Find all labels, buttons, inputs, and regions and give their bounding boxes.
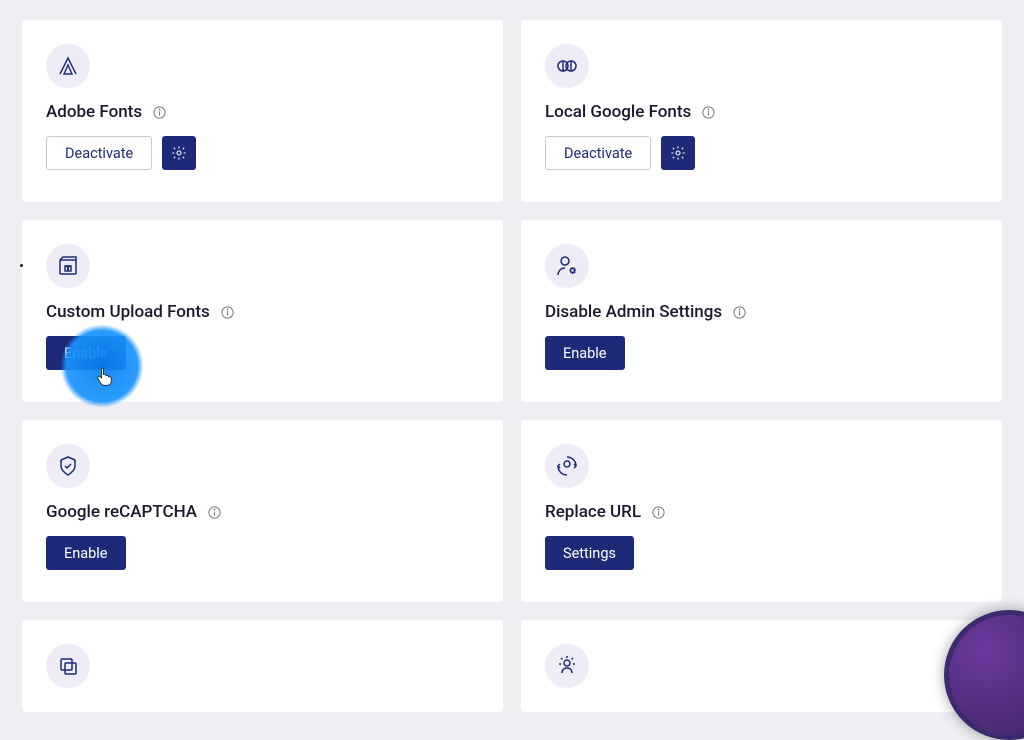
custom-upload-fonts-icon: T bbox=[46, 244, 90, 288]
settings-gear-button[interactable] bbox=[661, 136, 695, 170]
card-title: Replace URL bbox=[545, 502, 641, 522]
card-actions: Enable bbox=[46, 336, 479, 370]
card-google-recaptcha: Google reCAPTCHA Enable bbox=[22, 420, 503, 602]
adobe-fonts-icon bbox=[46, 44, 90, 88]
card-custom-upload-fonts: T Custom Upload Fonts Enable bbox=[22, 220, 503, 402]
card-title-row: Disable Admin Settings bbox=[545, 302, 978, 322]
deactivate-button[interactable]: Deactivate bbox=[545, 136, 651, 170]
replace-url-icon bbox=[545, 444, 589, 488]
enable-button[interactable]: Enable bbox=[46, 336, 126, 370]
card-disable-admin-settings: Disable Admin Settings Enable bbox=[521, 220, 1002, 402]
card-replace-url: Replace URL Settings bbox=[521, 420, 1002, 602]
settings-gear-button[interactable] bbox=[162, 136, 196, 170]
info-icon[interactable] bbox=[732, 305, 747, 320]
role-icon bbox=[545, 644, 589, 688]
info-icon[interactable] bbox=[701, 105, 716, 120]
card-title-row: Local Google Fonts bbox=[545, 102, 978, 122]
google-recaptcha-icon bbox=[46, 444, 90, 488]
card-title-row: Replace URL bbox=[545, 502, 978, 522]
card-title-row: Custom Upload Fonts bbox=[46, 302, 479, 322]
card-title: Custom Upload Fonts bbox=[46, 302, 210, 322]
info-icon[interactable] bbox=[152, 105, 167, 120]
card-title-row: Adobe Fonts bbox=[46, 102, 479, 122]
card-actions: Enable bbox=[46, 536, 479, 570]
disable-admin-settings-icon bbox=[545, 244, 589, 288]
deactivate-button[interactable]: Deactivate bbox=[46, 136, 152, 170]
card-title: Google reCAPTCHA bbox=[46, 502, 197, 522]
card-title: Local Google Fonts bbox=[545, 102, 691, 122]
card-title: Disable Admin Settings bbox=[545, 302, 722, 322]
card-actions: Deactivate bbox=[545, 136, 978, 170]
settings-card-grid: Adobe Fonts Deactivate Local Google Font… bbox=[0, 0, 1024, 732]
enable-button[interactable]: Enable bbox=[46, 536, 126, 570]
card-local-google-fonts: Local Google Fonts Deactivate bbox=[521, 20, 1002, 202]
info-icon[interactable] bbox=[220, 305, 235, 320]
info-icon[interactable] bbox=[651, 505, 666, 520]
card-actions: Deactivate bbox=[46, 136, 479, 170]
duplicate-icon bbox=[46, 644, 90, 688]
card-partial-right bbox=[521, 620, 1002, 712]
card-actions: Enable bbox=[545, 336, 978, 370]
settings-button[interactable]: Settings bbox=[545, 536, 634, 570]
svg-text:T: T bbox=[66, 266, 69, 272]
enable-button[interactable]: Enable bbox=[545, 336, 625, 370]
info-icon[interactable] bbox=[207, 505, 222, 520]
local-google-fonts-icon bbox=[545, 44, 589, 88]
decorative-dot bbox=[20, 264, 23, 267]
card-title-row: Google reCAPTCHA bbox=[46, 502, 479, 522]
card-actions: Settings bbox=[545, 536, 978, 570]
card-title: Adobe Fonts bbox=[46, 102, 142, 122]
card-adobe-fonts: Adobe Fonts Deactivate bbox=[22, 20, 503, 202]
card-partial-left bbox=[22, 620, 503, 712]
